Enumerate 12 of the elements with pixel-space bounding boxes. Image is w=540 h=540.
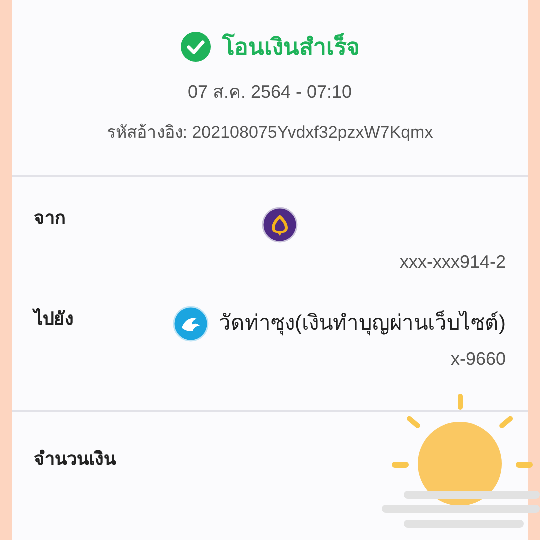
from-label: จาก [34,207,66,230]
bank-logo-icon [173,306,209,342]
recipient-account: x-9660 [450,348,506,371]
status-title: โอนเงินสำเร็จ [222,32,360,62]
check-icon [180,32,210,62]
amount-label: จำนวนเงิน [34,449,116,469]
transfer-datetime: 07 ส.ค. 2564 - 07:10 [188,80,352,104]
bank-logo-icon [262,207,298,243]
to-label: ไปยัง [34,307,74,331]
reference-code: รหัสอ้างอิง: 202108075Yvdxf32pzxW7Kqmx [106,122,434,144]
recipient-name: วัดท่าซุง(เงินทำบุญผ่านเว็บไซต์) [219,310,506,338]
source-account: xxx-xxx914-2 [400,251,506,274]
